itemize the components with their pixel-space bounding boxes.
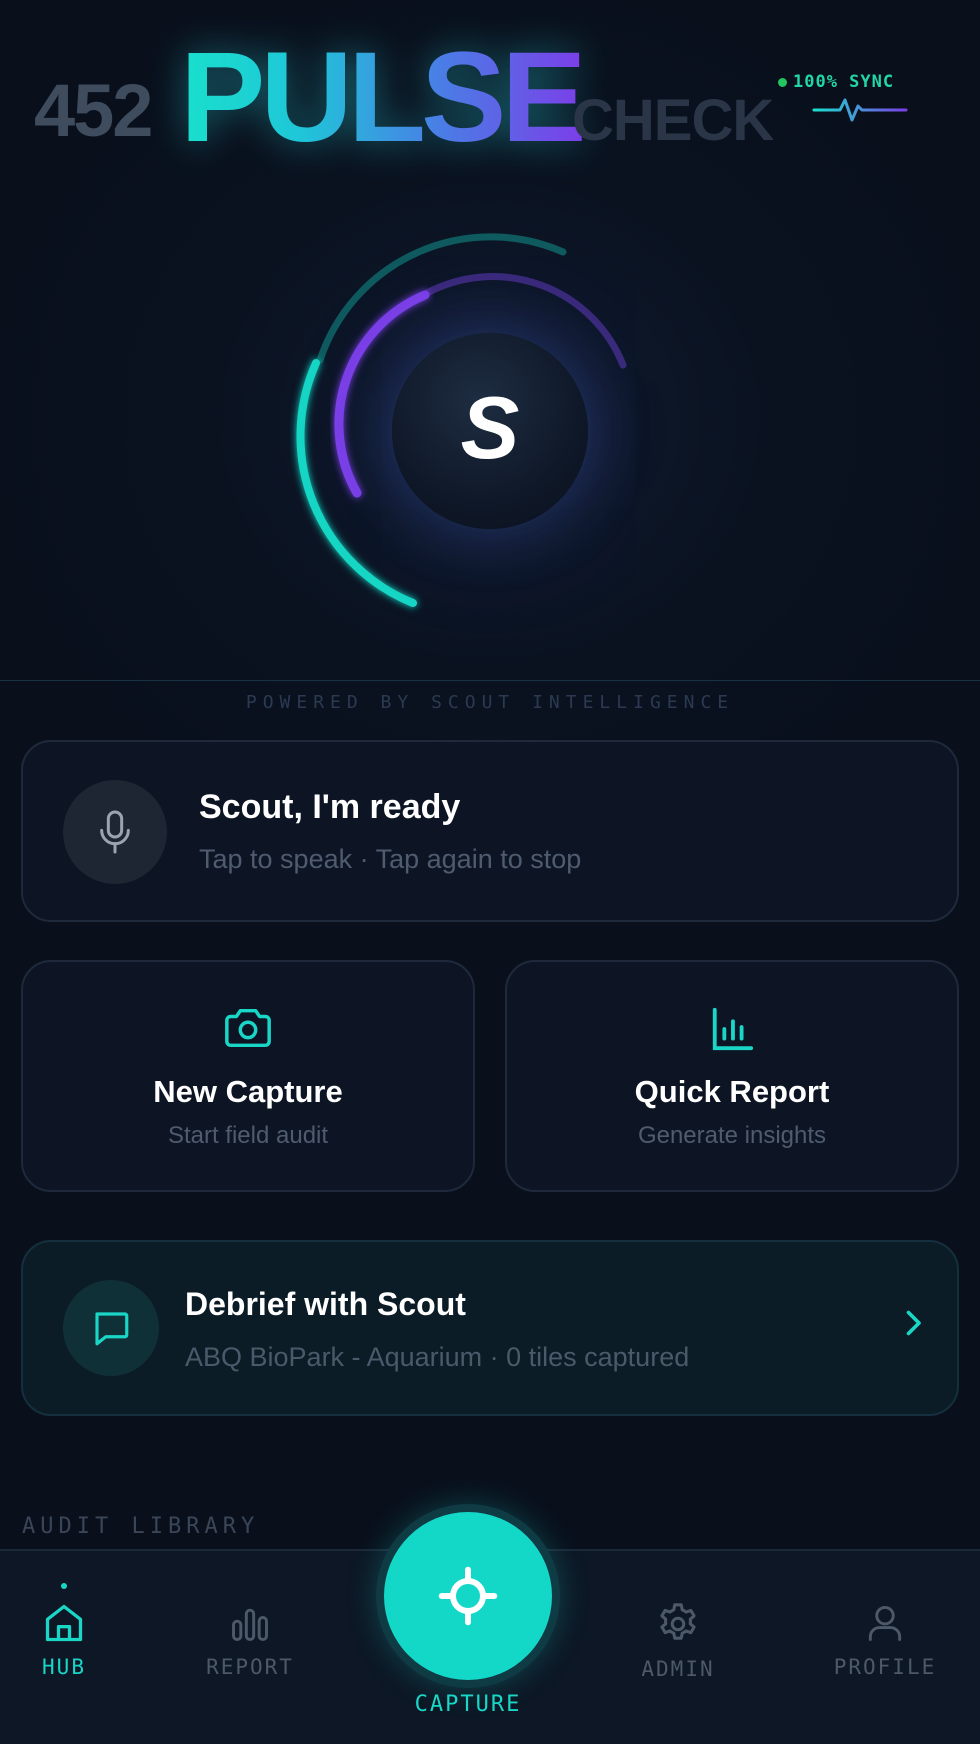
brand-title: PULSE <box>180 26 587 169</box>
chevron-right-icon <box>906 1310 921 1336</box>
microphone-button[interactable] <box>63 780 167 884</box>
voice-card-title: Scout, I'm ready <box>199 788 461 826</box>
sync-indicator: 100% SYNC <box>778 72 894 92</box>
new-capture-title: New Capture <box>153 1074 343 1109</box>
nav-report-label: REPORT <box>206 1655 294 1679</box>
header-number: 452 <box>34 69 153 152</box>
nav-admin[interactable]: ADMIN <box>608 1601 748 1681</box>
crosshair-icon <box>438 1566 498 1626</box>
chat-icon-badge <box>63 1280 159 1376</box>
sync-status-label: 100% SYNC <box>793 72 895 92</box>
audit-library-heading: AUDIT LIBRARY <box>22 1514 260 1539</box>
heartbeat-wave-icon <box>812 98 908 122</box>
new-capture-tile[interactable]: New Capture Start field audit <box>21 960 475 1192</box>
voice-card-subtitle: Tap to speak · Tap again to stop <box>199 844 582 874</box>
nav-admin-label: ADMIN <box>641 1657 715 1681</box>
voice-orb[interactable]: S <box>392 333 588 529</box>
capture-button-ring <box>376 1504 560 1688</box>
microphone-icon <box>100 810 130 854</box>
capture-button[interactable] <box>384 1512 552 1680</box>
nav-profile-label: PROFILE <box>833 1655 937 1679</box>
quick-report-subtitle: Generate insights <box>637 1122 827 1149</box>
debrief-card[interactable]: Debrief with Scout ABQ BioPark - Aquariu… <box>21 1240 959 1416</box>
camera-icon <box>225 1008 271 1048</box>
nav-hub[interactable]: HUB <box>0 1583 134 1679</box>
bar-chart-icon <box>712 1007 754 1051</box>
orb-letter: S <box>460 378 520 477</box>
user-icon <box>868 1605 902 1641</box>
brand-suffix: CHECK <box>572 88 774 153</box>
nav-report[interactable]: REPORT <box>180 1601 320 1679</box>
active-indicator-dot <box>61 1583 67 1589</box>
bar-chart-icon <box>232 1608 268 1641</box>
chat-bubble-icon <box>95 1312 129 1346</box>
powered-by-label: POWERED BY SCOUT INTELLIGENCE <box>245 692 735 713</box>
debrief-title: Debrief with Scout <box>185 1286 466 1322</box>
nav-capture-label: CAPTURE <box>414 1692 522 1717</box>
nav-hub-label: HUB <box>42 1655 86 1679</box>
gear-icon <box>660 1603 696 1640</box>
debrief-subtitle: ABQ BioPark - Aquarium · 0 tiles capture… <box>185 1342 690 1372</box>
nav-profile[interactable]: PROFILE <box>815 1601 955 1679</box>
sync-status-dot <box>778 77 787 87</box>
new-capture-subtitle: Start field audit <box>167 1122 329 1149</box>
home-icon <box>45 1604 83 1642</box>
section-divider <box>0 680 980 681</box>
quick-report-tile[interactable]: Quick Report Generate insights <box>505 960 959 1192</box>
quick-report-title: Quick Report <box>634 1074 830 1109</box>
voice-command-card[interactable]: Scout, I'm ready Tap to speak · Tap agai… <box>21 740 959 922</box>
